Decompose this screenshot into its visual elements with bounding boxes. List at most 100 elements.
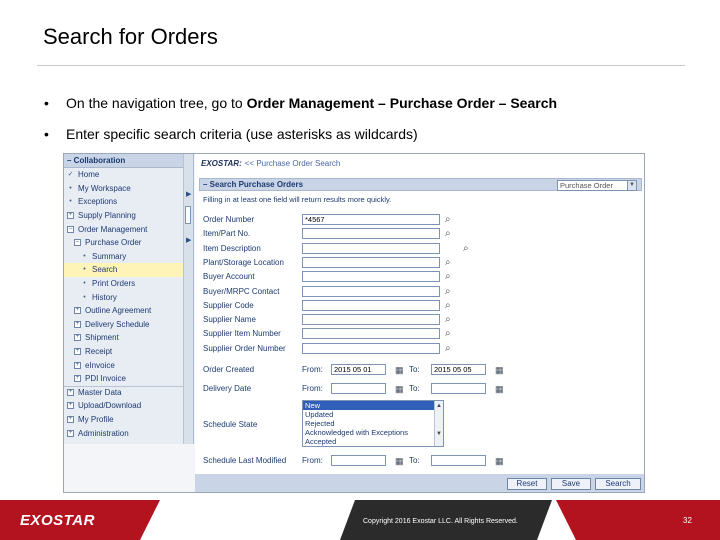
- nav-item-master-data[interactable]: + Master Data: [64, 385, 183, 400]
- reset-button[interactable]: Reset: [507, 478, 547, 490]
- buyer-account-input[interactable]: [302, 271, 440, 283]
- nav-item-my-workspace[interactable]: • My Workspace: [64, 182, 183, 196]
- nav-item-my-profile[interactable]: + My Profile: [64, 413, 183, 427]
- schedule-state-option[interactable]: Acknowledged with Exceptions: [303, 428, 443, 437]
- bullet-glyph: •: [44, 95, 49, 111]
- bullet-2-text: Enter specific search criteria (use aste…: [66, 126, 418, 142]
- schedule-state-listbox[interactable]: New Updated Rejected Acknowledged with Exce…: [302, 400, 444, 447]
- nav-item-receipt[interactable]: + Receipt: [64, 345, 183, 359]
- field-label: Order Number: [203, 215, 255, 224]
- nav-item-search[interactable]: • Search: [64, 263, 183, 277]
- dot-icon[interactable]: •: [67, 185, 74, 192]
- supplier-item-number-input[interactable]: [302, 328, 440, 340]
- lookup-icon[interactable]: ⌕: [445, 343, 457, 354]
- plant-storage-location-input[interactable]: [302, 256, 440, 268]
- nav-item-delivery-schedule[interactable]: + Delivery Schedule: [64, 318, 183, 332]
- buyer-mrpc-contact-input[interactable]: [302, 285, 440, 297]
- chevron-down-icon[interactable]: ▼: [627, 181, 636, 190]
- expand-icon[interactable]: +: [67, 212, 74, 220]
- breadcrumb[interactable]: << Purchase Order Search: [245, 159, 341, 168]
- nav-item-purchase-order[interactable]: – Purchase Order: [64, 236, 183, 250]
- supplier-code-input[interactable]: [302, 299, 440, 311]
- delivery-date-from-input[interactable]: [331, 383, 386, 394]
- expand-icon[interactable]: +: [67, 402, 74, 410]
- lookup-icon[interactable]: ⌕: [445, 257, 457, 268]
- listbox-scrollbar[interactable]: ▲ ▼: [434, 401, 443, 446]
- order-created-label: Order Created: [203, 365, 255, 374]
- nav-item-label: My Profile: [78, 414, 114, 424]
- schedule-state-option[interactable]: Updated: [303, 410, 443, 419]
- expand-icon[interactable]: +: [74, 320, 81, 328]
- collapse-icon[interactable]: –: [74, 239, 81, 247]
- nav-item-summary[interactable]: • Summary: [64, 250, 183, 264]
- lookup-icon[interactable]: ⌕: [463, 243, 475, 254]
- lookup-icon[interactable]: ⌕: [445, 286, 457, 297]
- expand-icon[interactable]: +: [67, 429, 74, 437]
- supplier-order-number-input[interactable]: [302, 342, 440, 354]
- lookup-icon[interactable]: ⌕: [445, 228, 457, 239]
- nav-item-einvoice[interactable]: + eInvoice: [64, 358, 183, 372]
- expand-icon[interactable]: +: [74, 375, 81, 383]
- splitter-handle[interactable]: [185, 206, 191, 224]
- calendar-icon[interactable]: ▦: [495, 456, 505, 466]
- collapse-icon[interactable]: –: [67, 225, 74, 233]
- save-button[interactable]: Save: [551, 478, 591, 490]
- nav-item-upload-download[interactable]: + Upload/Download: [64, 399, 183, 413]
- calendar-icon[interactable]: ▦: [395, 365, 405, 375]
- expand-icon[interactable]: +: [67, 415, 74, 423]
- nav-item-print-orders[interactable]: • Print Orders: [64, 277, 183, 291]
- schedule-modified-from-input[interactable]: [331, 455, 386, 466]
- dot-icon[interactable]: •: [81, 294, 88, 301]
- field-label: Supplier Code: [203, 300, 254, 310]
- expand-icon[interactable]: +: [74, 307, 81, 315]
- dot-icon[interactable]: •: [67, 198, 74, 205]
- nav-header-collaboration[interactable]: – Collaboration: [64, 154, 183, 168]
- nav-item-history[interactable]: • History: [64, 290, 183, 304]
- expand-icon[interactable]: +: [74, 361, 81, 369]
- delivery-date-to-input[interactable]: [431, 383, 486, 394]
- dot-icon[interactable]: •: [81, 266, 88, 273]
- calendar-icon[interactable]: ▦: [395, 456, 405, 466]
- expand-icon[interactable]: +: [74, 334, 81, 342]
- order-created-to-input[interactable]: 2015 05 05: [431, 364, 486, 375]
- nav-item-outline-agreement[interactable]: + Outline Agreement: [64, 304, 183, 318]
- nav-item-shipment[interactable]: + Shipment: [64, 331, 183, 345]
- lookup-icon[interactable]: ⌕: [445, 271, 457, 282]
- order-type-select[interactable]: Purchase Order ▼: [557, 180, 637, 191]
- order-number-input[interactable]: *4567: [302, 214, 440, 225]
- calendar-icon[interactable]: ▦: [395, 384, 405, 394]
- schedule-state-option[interactable]: New: [303, 401, 443, 410]
- search-button[interactable]: Search: [595, 478, 641, 490]
- expand-icon[interactable]: +: [74, 348, 81, 356]
- nav-item-home[interactable]: ✓ Home: [64, 168, 183, 182]
- check-icon[interactable]: ✓: [67, 171, 74, 178]
- lookup-icon[interactable]: ⌕: [445, 300, 457, 311]
- schedule-state-option[interactable]: Accepted: [303, 437, 443, 446]
- dot-icon[interactable]: •: [81, 253, 88, 260]
- lookup-icon[interactable]: ⌕: [445, 314, 457, 325]
- item-part-no--input[interactable]: [302, 228, 440, 240]
- expand-icon[interactable]: +: [67, 389, 74, 397]
- nav-item-exceptions[interactable]: • Exceptions: [64, 195, 183, 209]
- collapse-arrow-icon[interactable]: ▶: [186, 190, 191, 198]
- lookup-icon[interactable]: ⌕: [445, 328, 457, 339]
- nav-item-pdi-invoice[interactable]: + PDI Invoice: [64, 372, 183, 386]
- item-description-input[interactable]: [302, 242, 440, 254]
- button-bar: Reset Save Search: [195, 474, 644, 492]
- schedule-modified-to-input[interactable]: [431, 455, 486, 466]
- nav-item-supply-planning[interactable]: + Supply Planning: [64, 209, 183, 223]
- calendar-icon[interactable]: ▦: [495, 365, 505, 375]
- field-label: Buyer Account: [203, 272, 255, 282]
- collapse-arrow-icon[interactable]: ▶: [186, 236, 191, 244]
- nav-item-order-management[interactable]: – Order Management: [64, 222, 183, 236]
- calendar-icon[interactable]: ▦: [495, 384, 505, 394]
- nav-splitter[interactable]: ▶ ▶: [184, 154, 194, 444]
- dot-icon[interactable]: •: [81, 280, 88, 287]
- schedule-state-option[interactable]: Rejected: [303, 419, 443, 428]
- slide-title: Search for Orders: [43, 24, 218, 49]
- order-created-from-input[interactable]: 2015 05 01: [331, 364, 386, 375]
- supplier-name-input[interactable]: [302, 314, 440, 326]
- nav-item-administration[interactable]: + Administration: [64, 426, 183, 440]
- panel-title[interactable]: – Search Purchase Orders: [203, 180, 303, 189]
- lookup-icon[interactable]: ⌕: [445, 214, 457, 225]
